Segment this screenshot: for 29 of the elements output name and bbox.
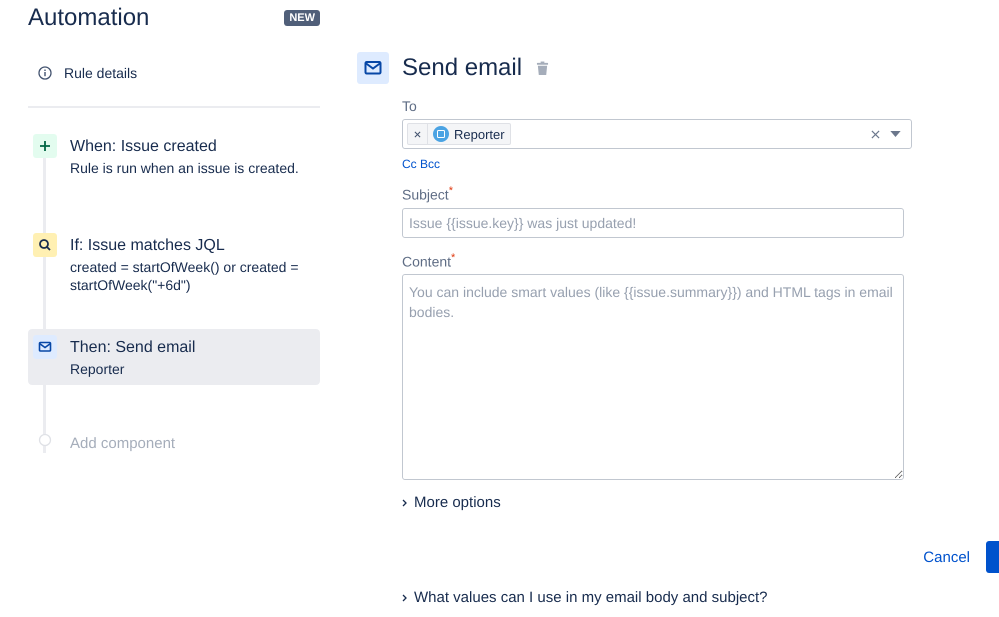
rule-details-item[interactable]: Rule details: [28, 40, 320, 108]
dropdown-caret-icon[interactable]: [890, 131, 901, 137]
chevron-icon: [402, 498, 408, 507]
rule-step[interactable]: When: Issue created Rule is run when an issue is created.: [28, 131, 320, 230]
recipients-field[interactable]: Reporter: [402, 119, 912, 149]
info-icon: [38, 66, 52, 80]
recipient-chip[interactable]: Reporter: [407, 123, 511, 145]
field-label: Content$^{*}$: [402, 252, 456, 270]
subject-field[interactable]: Issue {{issue.key}} was just updated!: [402, 208, 904, 238]
cc-bcc-link[interactable]: Cc Bcc: [402, 157, 440, 171]
clear-icon[interactable]: [871, 130, 880, 138]
remove-icon[interactable]: [414, 130, 421, 138]
content-field[interactable]: You can include smart values (like {{issue.summary}}) and HTML tags in email bodies.: [402, 274, 904, 480]
avatar-icon: [433, 126, 449, 142]
help-toggle[interactable]: What values can I use in my email body and subject?: [402, 589, 768, 606]
field-label: Subject$^{*}$: [402, 185, 453, 203]
field-label: To: [402, 98, 417, 114]
plus-icon: [33, 134, 57, 158]
new-badge: NEW: [284, 10, 320, 26]
more-options-toggle[interactable]: More options: [402, 494, 501, 512]
cancel-button[interactable]: Cancel: [923, 544, 970, 570]
search-icon: [33, 233, 57, 257]
rule-step[interactable]: If: Issue matches JQL created = startOfWeek() or created = startOfWeek("+6d"): [28, 230, 320, 329]
app-title: Automation: [28, 4, 150, 32]
chevron-icon: [402, 594, 408, 602]
mail-icon: [33, 335, 57, 359]
mail-icon: [357, 52, 389, 84]
editor-title: Send email: [402, 54, 522, 82]
rule-step[interactable]: Then: Send email Reporter: [28, 329, 320, 385]
